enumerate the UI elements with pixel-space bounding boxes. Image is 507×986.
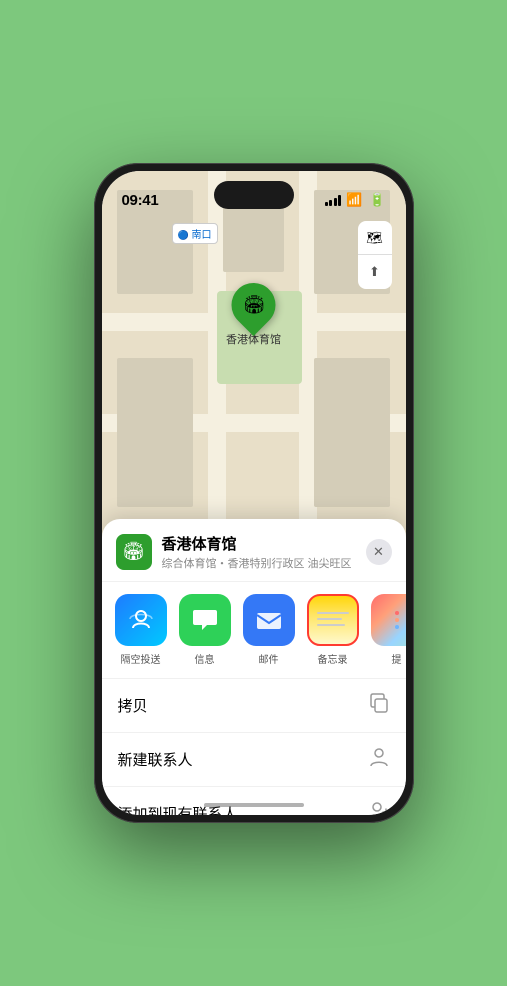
phone-frame: 09:41 📶 🔋 [94,163,414,823]
notes-label: 备忘录 [318,651,348,666]
more-icon-wrap [371,594,406,646]
map-building [314,358,390,507]
map-controls: 🗺 ⬆ [358,221,392,289]
location-pin: 🏟 香港体育馆 [226,283,281,347]
person-icon [368,746,390,773]
venue-name: 香港体育馆 [162,533,366,554]
battery-icon: 🔋 [369,192,385,208]
messages-icon-wrap [179,594,231,646]
venue-icon: 🏟 [116,534,152,570]
action-new-contact-label: 新建联系人 [118,749,193,770]
messages-icon [190,605,220,635]
location-arrow-icon: ⬆ [369,264,380,280]
map-icon: 🗺 [366,230,383,246]
airdrop-label: 隔空投送 [121,651,161,666]
close-button[interactable]: ✕ [366,539,392,565]
bottom-sheet: 🏟 香港体育馆 综合体育馆・香港特别行政区 油尖旺区 ✕ [102,519,406,815]
share-mail[interactable]: 邮件 [240,594,298,666]
home-indicator [204,803,304,807]
person-add-icon [368,800,390,815]
more-label: 提 [392,651,402,666]
map-label-text: 南口 [192,230,212,241]
status-time: 09:41 [122,192,159,209]
mail-label: 邮件 [259,651,279,666]
airdrop-icon [127,606,155,634]
wifi-icon: 📶 [346,192,362,208]
share-messages[interactable]: 信息 [176,594,234,666]
location-button[interactable]: ⬆ [358,255,392,289]
share-notes[interactable]: 备忘录 [304,594,362,666]
more-dots [391,607,403,633]
notes-icon-wrap [307,594,359,646]
mail-icon [254,605,284,635]
share-row: 隔空投送 信息 [102,582,406,679]
pin-emoji: 🏟 [242,295,265,316]
share-more[interactable]: 提 [368,594,406,666]
action-copy[interactable]: 拷贝 [102,679,406,733]
sheet-header: 🏟 香港体育馆 综合体育馆・香港特别行政区 油尖旺区 ✕ [102,519,406,582]
map-building [117,358,193,507]
map-label: 🔵 南口 [172,223,218,244]
signal-icon [325,195,342,206]
status-icons: 📶 🔋 [325,192,386,208]
mail-icon-wrap [243,594,295,646]
copy-icon [368,692,390,719]
venue-info: 香港体育馆 综合体育馆・香港特别行政区 油尖旺区 [162,533,366,571]
messages-label: 信息 [195,651,215,666]
notes-lines [317,612,349,630]
action-new-contact[interactable]: 新建联系人 [102,733,406,787]
map-type-button[interactable]: 🗺 [358,221,392,255]
venue-desc: 综合体育馆・香港特别行政区 油尖旺区 [162,555,366,571]
action-add-existing[interactable]: 添加到现有联系人 [102,787,406,815]
action-copy-label: 拷贝 [118,695,148,716]
dynamic-island [214,181,294,209]
close-icon: ✕ [373,544,384,560]
phone-screen: 09:41 📶 🔋 [102,171,406,815]
map-area: 🔵 南口 🗺 ⬆ 🏟 香港体育馆 [102,171,406,545]
share-airdrop[interactable]: 隔空投送 [112,594,170,666]
pin-circle: 🏟 [222,274,284,336]
venue-icon-emoji: 🏟 [122,541,145,562]
airdrop-icon-wrap [115,594,167,646]
